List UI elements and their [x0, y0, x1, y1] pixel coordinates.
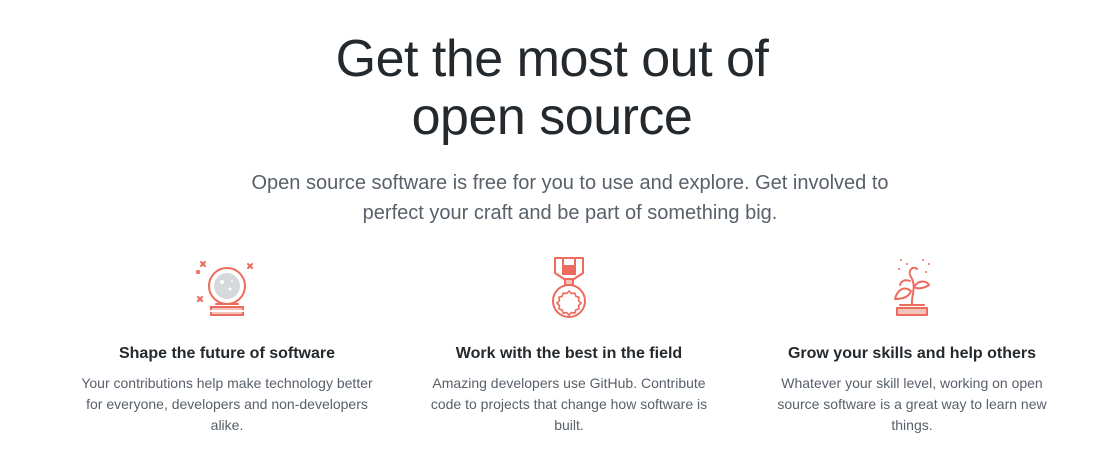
page-title-line-2: open source: [411, 88, 693, 146]
feature-shape-future: Shape the future of software Your contri…: [67, 255, 387, 436]
feature-description: Your contributions help make technology …: [81, 375, 373, 433]
page-title-line-1: Get the most out of: [335, 30, 769, 88]
feature-grow-skills: Grow your skills and help others Whateve…: [752, 255, 1072, 436]
feature-work-with-best: Work with the best in the field Amazing …: [409, 255, 729, 436]
feature-description: Amazing developers use GitHub. Contribut…: [430, 375, 708, 433]
feature-title: Shape the future of software: [118, 345, 336, 362]
feature-title: Grow your skills and help others: [787, 345, 1037, 362]
medal-icon: [552, 257, 586, 318]
features-list: Shape the future of software Your contri…: [0, 255, 1104, 455]
feature-title: Work with the best in the field: [455, 345, 683, 362]
page-title: Get the most out of open source: [0, 30, 1104, 146]
crystal-ball-icon: [196, 261, 253, 316]
feature-description: Whatever your skill level, working on op…: [777, 375, 1047, 433]
page-subtitle: Open source software is free for you to …: [251, 172, 889, 224]
open-source-section: Get the most out of open source Open sou…: [0, 0, 1104, 469]
sprouting-plant-icon: [894, 259, 930, 316]
